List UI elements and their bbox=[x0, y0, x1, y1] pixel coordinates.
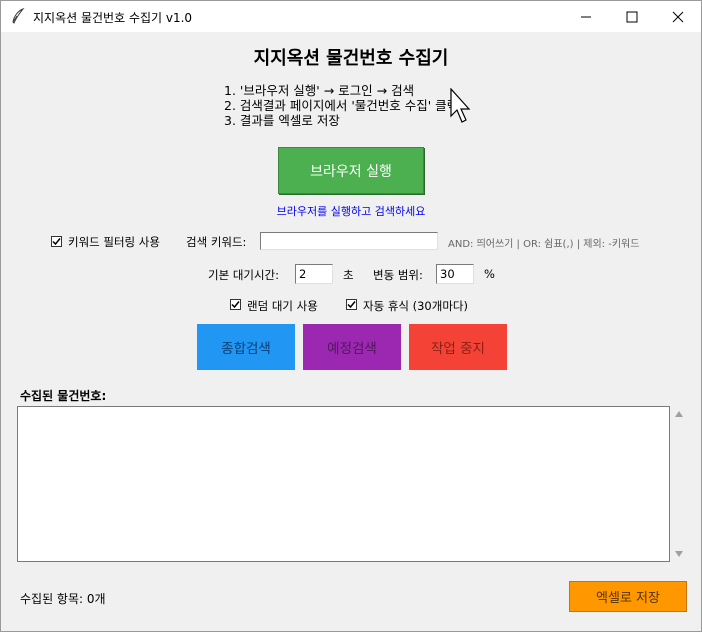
keyword-filter-label: 키워드 필터링 사용 bbox=[68, 235, 160, 249]
preview-search-button[interactable]: 예정검색 bbox=[303, 324, 401, 370]
collected-count: 수집된 항목: 0개 bbox=[20, 592, 106, 606]
base-wait-label: 기본 대기시간: bbox=[208, 268, 280, 282]
status-hint: 브라우저를 실행하고 검색하세요 bbox=[276, 205, 426, 218]
results-textarea[interactable] bbox=[17, 406, 670, 562]
auto-rest-label: 자동 휴식 (30개마다) bbox=[363, 299, 468, 313]
base-wait-unit: 초 bbox=[343, 268, 354, 282]
general-search-button[interactable]: 종합검색 bbox=[197, 324, 295, 370]
results-scrollbar[interactable] bbox=[671, 406, 687, 562]
variance-input[interactable]: 30 bbox=[436, 264, 474, 284]
keyword-filter-checkbox[interactable] bbox=[51, 236, 62, 247]
results-section-label: 수집된 물건번호: bbox=[20, 389, 107, 403]
app-heading: 지지옥션 물건번호 수집기 bbox=[253, 48, 449, 69]
variance-label: 변동 범위: bbox=[373, 268, 423, 282]
maximize-button[interactable] bbox=[609, 1, 655, 32]
close-icon bbox=[672, 11, 684, 23]
keyword-input[interactable] bbox=[260, 232, 438, 250]
minimize-button[interactable] bbox=[563, 1, 609, 32]
maximize-icon bbox=[626, 11, 638, 23]
close-button[interactable] bbox=[655, 1, 701, 32]
random-wait-label: 랜덤 대기 사용 bbox=[247, 299, 318, 313]
instruction-line-2: 2. 검색결과 페이지에서 '물건번호 수집' 클릭 bbox=[224, 98, 459, 113]
scroll-down-icon[interactable] bbox=[674, 550, 684, 558]
keyword-syntax-hint: AND: 띄어쓰기 | OR: 쉼표(,) | 제외: -키워드 bbox=[448, 239, 640, 250]
variance-unit: % bbox=[484, 267, 495, 281]
instruction-line-3: 3. 결과를 엑셀로 저장 bbox=[224, 113, 340, 128]
title-bar[interactable]: 지지옥션 물건번호 수집기 v1.0 bbox=[1, 1, 701, 32]
stop-job-button[interactable]: 작업 중지 bbox=[409, 324, 507, 370]
scroll-up-icon[interactable] bbox=[674, 410, 684, 418]
base-wait-input[interactable]: 2 bbox=[295, 264, 333, 284]
feather-icon bbox=[12, 8, 25, 24]
instruction-line-1: 1. '브라우저 실행' → 로그인 → 검색 bbox=[224, 83, 415, 98]
random-wait-checkbox[interactable] bbox=[230, 299, 241, 310]
save-excel-button[interactable]: 엑셀로 저장 bbox=[569, 581, 687, 612]
check-icon bbox=[231, 301, 240, 309]
window-title: 지지옥션 물건번호 수집기 v1.0 bbox=[33, 11, 193, 25]
app-window: 지지옥션 물건번호 수집기 v1.0 지지옥션 물건번호 수집기 1. '브라우… bbox=[0, 0, 702, 632]
minimize-icon bbox=[581, 16, 591, 18]
check-icon bbox=[347, 301, 356, 309]
mouse-cursor-icon bbox=[450, 88, 471, 123]
keyword-label: 검색 키워드: bbox=[186, 235, 247, 249]
client-area: 지지옥션 물건번호 수집기 1. '브라우저 실행' → 로그인 → 검색 2.… bbox=[1, 32, 701, 631]
auto-rest-checkbox[interactable] bbox=[346, 299, 357, 310]
check-icon bbox=[52, 238, 61, 246]
launch-browser-button[interactable]: 브라우저 실행 bbox=[278, 147, 424, 194]
